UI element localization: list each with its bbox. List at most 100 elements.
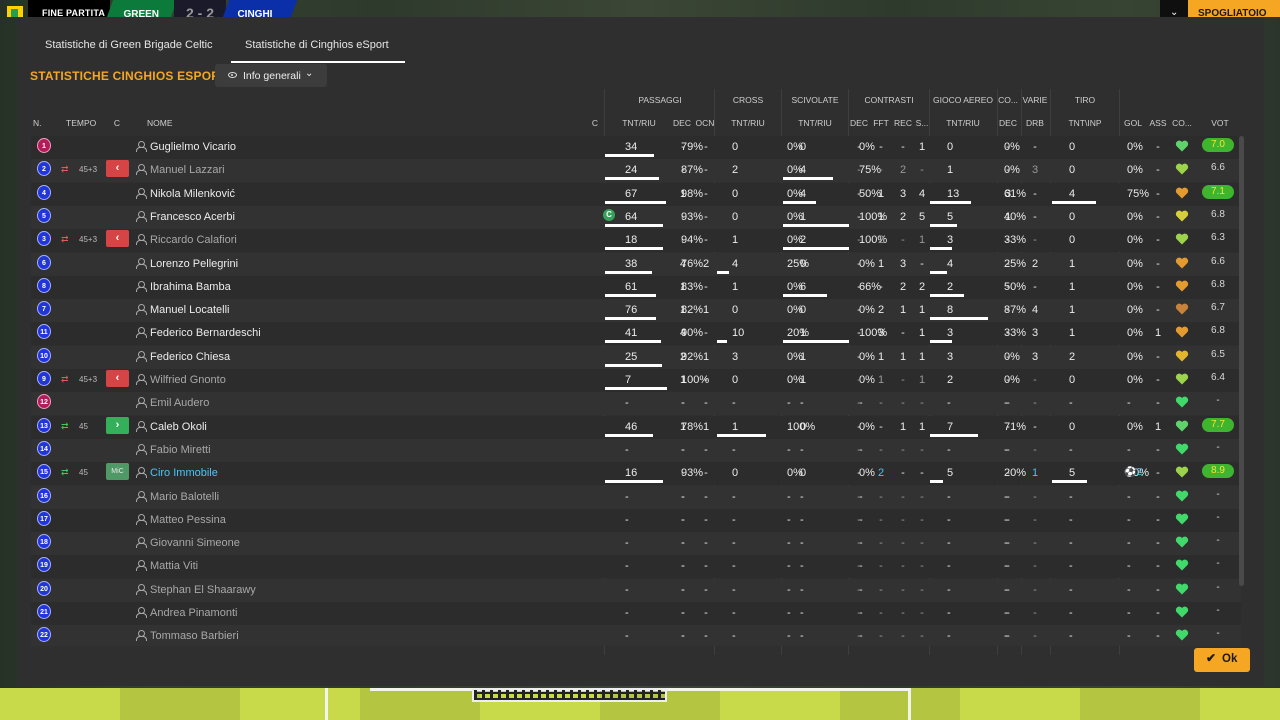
table-row[interactable]: 18 Giovanni Simeone - - - - - - - - - - - - - - - - - - - - bbox=[31, 532, 1241, 556]
group-header[interactable]: CONTRASTI bbox=[864, 95, 913, 105]
table-row[interactable]: 22 Tommaso Barbieri - - - - - - - - - - - - - - - - - - - - bbox=[31, 625, 1241, 646]
group-header[interactable]: CROSS bbox=[733, 95, 763, 105]
column-header[interactable]: TNT/RIU bbox=[946, 118, 980, 128]
player-profile-icon[interactable] bbox=[136, 420, 147, 432]
group-header[interactable]: VARIE bbox=[1023, 95, 1048, 105]
column-header[interactable]: NOME bbox=[147, 118, 173, 128]
column-header[interactable]: CO... bbox=[1172, 118, 1192, 128]
group-header[interactable]: PASSAGGI bbox=[638, 95, 681, 105]
player-profile-icon[interactable] bbox=[136, 630, 147, 642]
player-name[interactable]: Federico Chiesa bbox=[150, 351, 230, 363]
player-name[interactable]: Lorenzo Pellegrini bbox=[150, 258, 238, 270]
player-name[interactable]: Mario Balotelli bbox=[150, 491, 219, 503]
table-row[interactable]: 9 ⇄ 45+3 ‹ Wilfried Gnonto 7 100% 1-0 0% 1 0% -1-1 2… bbox=[31, 369, 1241, 392]
player-name[interactable]: Fabio Miretti bbox=[150, 444, 211, 456]
column-header[interactable]: N. bbox=[33, 118, 42, 128]
table-row[interactable]: 20 Stephan El Shaarawy - - - - - - - - - - - - - - - - - - -… bbox=[31, 578, 1241, 602]
player-name[interactable]: Manuel Locatelli bbox=[150, 304, 230, 316]
table-row[interactable]: 2 ⇄ 45+3 ‹ Manuel Lazzari 24 87% - -2 0% 4 75% - -2-1… bbox=[31, 159, 1241, 183]
group-header[interactable]: GIOCO AEREO bbox=[933, 95, 993, 105]
group-header[interactable]: SCIVOLATE bbox=[791, 95, 838, 105]
tab-home-stats[interactable]: Statistiche di Green Brigade Celtic bbox=[45, 39, 213, 63]
player-name[interactable]: Ciro Immobile bbox=[150, 467, 218, 479]
player-profile-icon[interactable] bbox=[136, 490, 147, 502]
player-profile-icon[interactable] bbox=[136, 350, 147, 362]
column-header[interactable]: DEC bbox=[673, 118, 691, 128]
column-header[interactable]: OCN bbox=[696, 118, 715, 128]
column-header[interactable]: TNT/RIU bbox=[731, 118, 765, 128]
player-profile-icon[interactable] bbox=[136, 280, 147, 292]
collapse-button[interactable]: ⌄ bbox=[1160, 0, 1188, 17]
player-name[interactable]: Manuel Lazzari bbox=[150, 164, 225, 176]
table-row[interactable]: 14 Fabio Miretti - - - - - - - - - - - - - - - - - - - - bbox=[31, 438, 1241, 462]
player-name[interactable]: Matteo Pessina bbox=[150, 514, 226, 526]
player-name[interactable]: Nikola Milenković bbox=[150, 188, 235, 200]
player-profile-icon[interactable] bbox=[136, 257, 147, 269]
player-profile-icon[interactable] bbox=[136, 443, 147, 455]
column-header[interactable]: TEMPO bbox=[66, 118, 96, 128]
column-header[interactable]: TNT/RIU bbox=[798, 118, 832, 128]
column-header[interactable]: TNT/RIU bbox=[622, 118, 656, 128]
player-name[interactable]: Wilfried Gnonto bbox=[150, 374, 226, 386]
player-name[interactable]: Riccardo Calafiori bbox=[150, 234, 237, 246]
table-row[interactable]: 4 Nikola Milenković 67 98% 1-0 0% 4 50% -1 3 4 13 61… bbox=[31, 182, 1241, 206]
player-profile-icon[interactable] bbox=[136, 164, 147, 176]
column-header[interactable]: FFT bbox=[873, 118, 889, 128]
player-name[interactable]: Andrea Pinamonti bbox=[150, 607, 237, 619]
player-profile-icon[interactable] bbox=[136, 607, 147, 618]
player-name[interactable]: Stephan El Shaarawy bbox=[150, 584, 256, 596]
player-profile-icon[interactable] bbox=[136, 560, 147, 572]
table-row[interactable]: 15 ⇄ 45 MiC Ciro Immobile 16 93% - -0 0% 0 0% -2- -5 2… bbox=[31, 462, 1241, 486]
player-profile-icon[interactable] bbox=[136, 537, 147, 549]
group-header[interactable]: TIRO bbox=[1075, 95, 1095, 105]
column-header[interactable]: C bbox=[592, 118, 598, 128]
table-row[interactable]: 11 Federico Bernardeschi 41 90% 4-10 20% 1 100%… bbox=[31, 322, 1241, 346]
table-row[interactable]: 3 ⇄ 45+3 ‹ Riccardo Calafiori 18 94% - -1 0% 2 100%… bbox=[31, 229, 1241, 253]
dressing-room-button[interactable]: SPOGLIATOIO bbox=[1188, 0, 1280, 17]
table-row[interactable]: 21 Andrea Pinamonti - - - - - - - - - - - - - - - - - - - - bbox=[31, 602, 1241, 625]
player-name[interactable]: Ibrahima Bamba bbox=[150, 281, 231, 293]
table-row[interactable]: 16 Mario Balotelli - - - - - - - - - - - - - - - - - - - - bbox=[31, 485, 1241, 509]
player-profile-icon[interactable] bbox=[136, 513, 147, 525]
table-row[interactable]: 13 ⇄ 45 › Caleb Okoli 46 78% 1 1 1 100% 0 0% - -1 1 7 71%… bbox=[31, 415, 1241, 439]
ok-button[interactable]: ✔ Ok bbox=[1194, 648, 1250, 672]
column-header[interactable]: GOL bbox=[1124, 118, 1142, 128]
column-header[interactable]: VOT bbox=[1211, 118, 1228, 128]
player-profile-icon[interactable] bbox=[136, 234, 147, 246]
column-header[interactable]: S... bbox=[916, 118, 929, 128]
player-profile-icon[interactable] bbox=[136, 467, 147, 479]
column-header[interactable]: C bbox=[114, 118, 120, 128]
player-name[interactable]: Giovanni Simeone bbox=[150, 537, 240, 549]
table-row[interactable]: 6 Lorenzo Pellegrini 38 76% 4 2 4 25% 0 0% -1 3-4 25… bbox=[31, 252, 1241, 276]
player-profile-icon[interactable] bbox=[136, 397, 147, 409]
table-row[interactable]: 5 Francesco Acerbi C 64 93% - -0 0% 1 100% -1 2 5 5 40… bbox=[31, 205, 1241, 229]
column-header[interactable]: ASS bbox=[1149, 118, 1166, 128]
column-header[interactable]: DEC bbox=[999, 118, 1017, 128]
player-name[interactable]: Guglielmo Vicario bbox=[150, 141, 236, 153]
tab-away-stats[interactable]: Statistiche di Cinghios eSport bbox=[231, 39, 405, 63]
view-dropdown[interactable]: Info generali ⌄ bbox=[215, 64, 327, 87]
player-profile-icon[interactable] bbox=[136, 374, 147, 385]
player-name[interactable]: Caleb Okoli bbox=[150, 421, 207, 433]
column-header[interactable]: DEC bbox=[850, 118, 868, 128]
player-name[interactable]: Francesco Acerbi bbox=[150, 211, 235, 223]
player-profile-icon[interactable] bbox=[136, 583, 147, 595]
player-name[interactable]: Emil Audero bbox=[150, 397, 209, 409]
table-row[interactable]: 17 Matteo Pessina - - - - - - - - - - - - - - - - - - - - bbox=[31, 508, 1241, 532]
table-row[interactable]: 8 Ibrahima Bamba 61 83% 1-1 0% 6 66% - -2 2 2 50% - -1… bbox=[31, 275, 1241, 299]
player-profile-icon[interactable] bbox=[136, 304, 147, 316]
table-row[interactable]: 19 Mattia Viti - - - - - - - - - - - - - - - - - - - - bbox=[31, 555, 1241, 579]
player-name[interactable]: Mattia Viti bbox=[150, 560, 198, 572]
column-header[interactable]: REC bbox=[894, 118, 912, 128]
table-row[interactable]: 7 Manuel Locatelli 76 82% 1 1 0 0% 0 0% -2 1 1 8 87% -4… bbox=[31, 299, 1241, 323]
player-name[interactable]: Federico Bernardeschi bbox=[150, 327, 261, 339]
player-profile-icon[interactable] bbox=[136, 141, 147, 152]
table-row[interactable]: 1 Guglielmo Vicario 34 79% - -0 0% 0 0% - - -1 0 0% - -… bbox=[31, 136, 1241, 159]
player-profile-icon[interactable] bbox=[136, 187, 147, 199]
column-header[interactable]: DRB bbox=[1026, 118, 1044, 128]
group-header[interactable]: CO... bbox=[998, 95, 1018, 105]
table-row[interactable]: 10 Federico Chiesa 25 92% 2 1 3 0% 1 0% -1 1 1 3 0% -3 2… bbox=[31, 345, 1241, 369]
scrollbar[interactable] bbox=[1239, 136, 1244, 586]
column-header[interactable]: TNT\INP bbox=[1068, 118, 1101, 128]
table-row[interactable]: 12 Emil Audero - - - - - - - - - - - - - - - - - - - - bbox=[31, 392, 1241, 416]
